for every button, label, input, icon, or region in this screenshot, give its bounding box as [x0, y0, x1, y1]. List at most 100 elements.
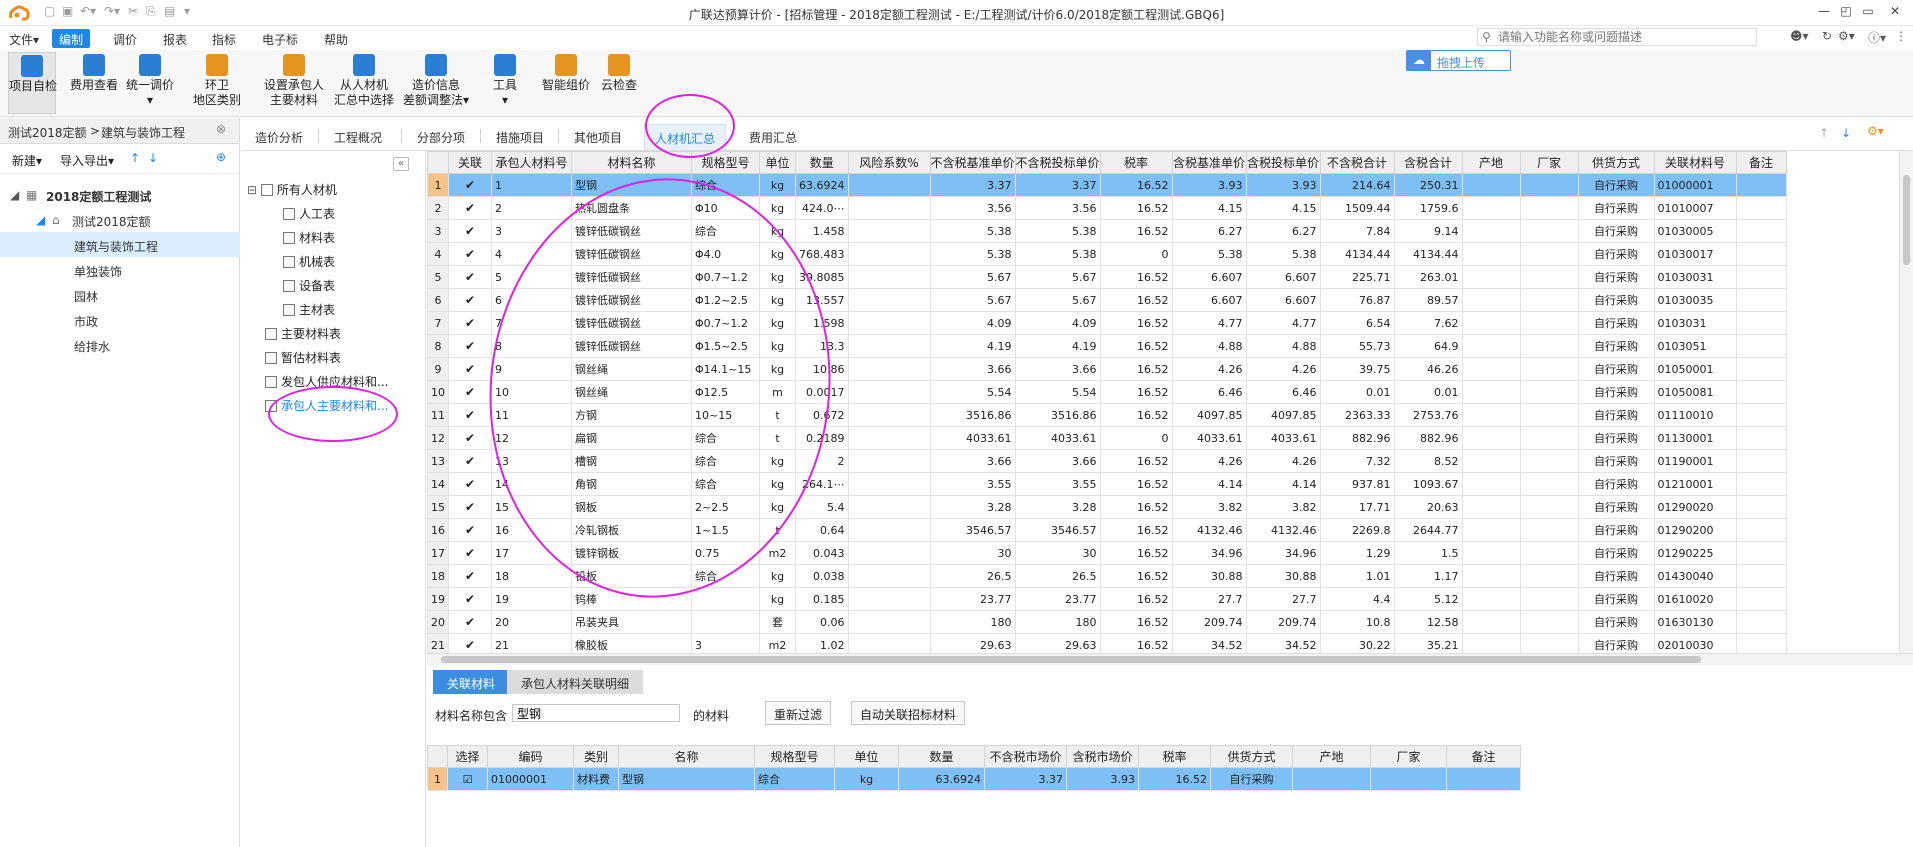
table-row[interactable]: 5 ✔ 5 镀锌低碳钢丝 Φ0.7~1.2 kg 39.8085 5.67 5.67 16.52 6… [427, 265, 1787, 289]
table-cell[interactable]: 01000001 [1653, 173, 1737, 197]
table-cell[interactable]: 4.26 [1171, 449, 1247, 473]
table-cell[interactable]: 5.54 [1014, 380, 1101, 404]
table-cell[interactable]: 34.52 [1171, 633, 1247, 653]
table-cell[interactable] [1519, 196, 1579, 220]
column-header[interactable]: 供货方式 [1577, 151, 1655, 174]
tree-employer-supplied[interactable]: 发包人供应材料和... [265, 373, 388, 397]
tree-expand-icon[interactable]: ◢ [36, 213, 45, 227]
table-cell[interactable]: 01630130 [1653, 610, 1737, 634]
table-cell[interactable] [847, 403, 931, 427]
table-cell[interactable]: 02010030 [1653, 633, 1737, 653]
column-header[interactable]: 不含税市场价 [984, 745, 1067, 768]
move-up-icon[interactable]: ↑ [1819, 126, 1829, 140]
table-cell[interactable] [1461, 426, 1521, 450]
table-cell[interactable] [1519, 334, 1579, 358]
table-cell[interactable]: 26.5 [1014, 564, 1101, 588]
menu-ebid[interactable]: 电子标 [255, 29, 305, 48]
move-down-icon[interactable]: ↓ [1841, 126, 1851, 140]
table-cell[interactable]: Φ4.0 [691, 242, 760, 266]
table-cell[interactable]: 1.17 [1393, 564, 1463, 588]
table-cell[interactable]: 6 [491, 288, 572, 312]
table-cell[interactable]: 0.038 [795, 564, 849, 588]
table-cell[interactable] [1519, 265, 1579, 289]
table-cell[interactable] [1370, 767, 1447, 791]
tree-item-municipal[interactable]: 市政 [0, 307, 240, 332]
auto-link-button[interactable]: 自动关联招标材料 [851, 701, 966, 725]
table-cell[interactable] [847, 449, 931, 473]
table-cell[interactable]: 3.37 [984, 767, 1067, 791]
table-cell[interactable]: 3546.57 [929, 518, 1016, 542]
table-cell[interactable]: 综合 [691, 426, 760, 450]
table-cell[interactable]: Φ0.7~1.2 [691, 265, 760, 289]
table-cell[interactable]: 23.77 [1014, 587, 1101, 611]
tab-labor-material-summary[interactable]: 人材机汇总 [644, 124, 727, 150]
table-cell[interactable]: 5.38 [1014, 219, 1101, 243]
tab-measures[interactable]: 措施项目 [486, 124, 554, 150]
search-input[interactable] [1498, 30, 1753, 44]
table-cell[interactable]: 型钢 [571, 173, 692, 197]
table-cell[interactable]: 3.93 [1171, 173, 1247, 197]
table-row[interactable]: 13 ✔ 13 槽钢 综合 kg 2 3.66 3.66 16.52 4.26 4.26 7.32 8.5… [427, 449, 1787, 473]
table-cell[interactable]: 16.52 [1099, 610, 1173, 634]
table-cell[interactable]: 16.52 [1099, 334, 1173, 358]
table-cell[interactable] [847, 587, 931, 611]
table-cell[interactable]: 4097.85 [1171, 403, 1247, 427]
table-cell[interactable]: 3516.86 [1014, 403, 1101, 427]
table-cell[interactable] [847, 288, 931, 312]
link-checkbox[interactable]: ✔ [448, 587, 492, 611]
table-cell[interactable]: 39.75 [1319, 357, 1395, 381]
table-cell[interactable]: m2 [759, 633, 796, 653]
tree-expand-icon[interactable]: ◢ [10, 188, 19, 202]
menu-adjust[interactable]: 调价 [106, 29, 144, 48]
table-cell[interactable]: 30.22 [1319, 633, 1395, 653]
tree-key-materials[interactable]: 主要材料表 [265, 325, 341, 349]
tree-item-single[interactable]: ◢ ⌂ 测试2018定额 [0, 207, 240, 232]
table-cell[interactable]: 13.557 [795, 288, 849, 312]
function-search[interactable]: ⚲ [1477, 28, 1757, 46]
menu-edit[interactable]: 编制 [52, 29, 91, 48]
table-cell[interactable]: 自行采购 [1210, 767, 1293, 791]
link-checkbox[interactable]: ✔ [448, 633, 492, 653]
column-header[interactable]: 含税投标单价 [1245, 151, 1321, 174]
refilter-button[interactable]: 重新过滤 [765, 701, 832, 725]
table-row[interactable]: 11 ✔ 11 方钢 10~15 t 0.672 3516.86 3516.86 16.52 409… [427, 403, 1787, 427]
tree-contractor-materials[interactable]: 承包人主要材料和... [265, 397, 388, 421]
table-cell[interactable]: 钢板 [571, 495, 692, 519]
table-cell[interactable]: 2753.76 [1393, 403, 1463, 427]
table-cell[interactable]: 4.4 [1319, 587, 1395, 611]
table-cell[interactable]: 29.63 [929, 633, 1016, 653]
link-checkbox[interactable]: ✔ [448, 564, 492, 588]
table-cell[interactable]: 209.74 [1171, 610, 1247, 634]
table-cell[interactable]: 方钢 [571, 403, 692, 427]
table-cell[interactable]: 综合 [691, 449, 760, 473]
table-cell[interactable] [1519, 472, 1579, 496]
table-cell[interactable]: 250.31 [1393, 173, 1463, 197]
minimize-icon[interactable]: — [1813, 4, 1835, 18]
table-row[interactable]: 10 ✔ 10 钢丝绳 Φ12.5 m 0.0017 5.54 5.54 16.52 6.46 6.4… [427, 380, 1787, 404]
table-cell[interactable]: 4.15 [1245, 196, 1321, 220]
table-cell[interactable]: 16.52 [1099, 219, 1173, 243]
tree-item-project[interactable]: ◢ ▦ 2018定额工程测试 [0, 182, 240, 207]
table-cell[interactable] [847, 242, 931, 266]
table-cell[interactable]: 4033.61 [1245, 426, 1321, 450]
table-cell[interactable] [1461, 633, 1521, 653]
table-cell[interactable]: 01050081 [1653, 380, 1737, 404]
scrollbar-thumb[interactable] [1903, 175, 1910, 265]
table-cell[interactable]: 自行采购 [1577, 564, 1655, 588]
table-cell[interactable]: 1~1.5 [691, 518, 760, 542]
table-cell[interactable] [1735, 403, 1787, 427]
table-cell[interactable]: 自行采购 [1577, 288, 1655, 312]
table-cell[interactable] [847, 380, 931, 404]
table-cell[interactable]: 1759.6 [1393, 196, 1463, 220]
table-cell[interactable]: 6.46 [1245, 380, 1321, 404]
table-cell[interactable] [1735, 541, 1787, 565]
table-cell[interactable]: 0.0017 [795, 380, 849, 404]
vertical-scrollbar[interactable] [1899, 151, 1913, 653]
table-row[interactable]: 1 ☑ 01000001 材料费 型钢 综合 kg 63.6924 3.37 3.93 16.52 自… [427, 767, 1521, 791]
table-cell[interactable]: 自行采购 [1577, 311, 1655, 335]
table-cell[interactable]: 3.93 [1245, 173, 1321, 197]
table-cell[interactable]: kg [759, 357, 796, 381]
table-cell[interactable]: kg [759, 311, 796, 335]
table-row[interactable]: 1 ✔ 1 型钢 综合 kg 63.6924 3.37 3.37 16.52 3.93 3.93 214… [427, 173, 1787, 197]
table-cell[interactable]: 3.66 [1014, 449, 1101, 473]
